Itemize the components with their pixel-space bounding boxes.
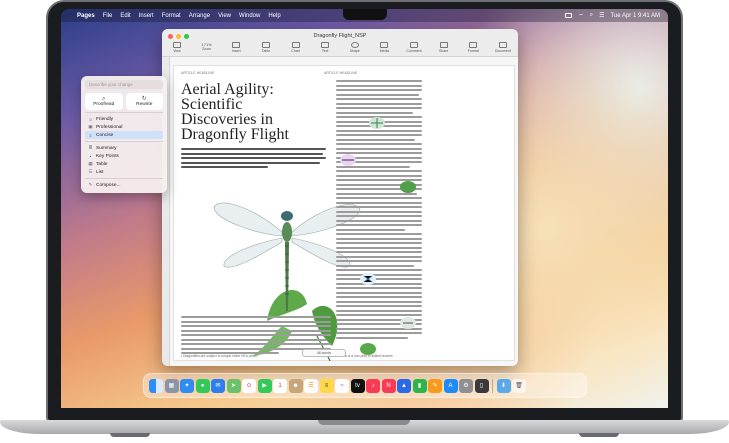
inline-image-5[interactable] [400,316,416,330]
writing-tools-popover: Describe your change ⌕ Proofread ↻ Rewri… [81,76,167,193]
messages-icon[interactable]: ● [195,378,210,393]
menu-help[interactable]: Help [268,13,280,19]
briefcase-icon: ▣ [88,124,93,129]
menu-view[interactable]: View [218,13,231,19]
document-title: Dragonfly Flight_NSP [313,33,367,39]
freeform-icon[interactable]: ~ [335,378,349,393]
calendar-icon[interactable]: 1 [273,378,287,393]
system-settings-icon[interactable]: ⚙ [459,378,473,393]
comment-button[interactable]: Comment [405,42,423,53]
downloads-icon[interactable]: ⬇ [496,378,511,393]
table-icon: ▦ [88,161,93,166]
tone-professional[interactable]: ▣ Professional [85,123,163,131]
rewrite-button[interactable]: ↻ Rewrite [125,93,163,110]
camera-notch [343,9,387,20]
mail-icon[interactable]: ✉ [211,378,225,393]
shape-button[interactable]: Shape [346,42,364,53]
format-table[interactable]: ▦ Table [85,160,163,168]
keynote-icon[interactable]: ▲ [397,378,411,393]
page-header-left: ARTICLE HEADLINE [181,71,215,75]
insert-button[interactable]: Insert [227,42,245,53]
dock-divider [492,378,493,393]
trash-icon[interactable]: 🗑 [512,378,526,393]
finder-icon[interactable] [149,378,163,393]
document-page[interactable]: ARTICLE HEADLINE ARTICLE HEADLINE Aerial… [173,65,515,361]
pages-window: Dragonfly Flight_NSP View 171% Zoom Inser… [162,29,518,366]
format-list[interactable]: ☰ List [85,168,163,176]
control-center-icon[interactable]: ☰ [599,12,604,19]
battery-icon[interactable] [565,13,573,18]
format-summary[interactable]: ≣ Summary [85,144,163,152]
proofread-button[interactable]: ⌕ Proofread [85,93,123,110]
dock: ▦ ✦ ● ✉ ➤ ✿ ▶ 1 ☻ ☰ ≡ ~ tv ♪ N ▲ ▮ ✎ A ⚙… [143,373,587,398]
view-button[interactable]: View [168,42,186,53]
iphone-mirroring-icon[interactable]: ▯ [474,378,489,393]
list-icon: ☰ [88,169,93,174]
photos-icon[interactable]: ✿ [242,378,256,393]
chart-button[interactable]: Chart [287,42,305,53]
menu-format[interactable]: Format [162,13,181,19]
key-points-icon: • [89,153,92,159]
tone-friendly[interactable]: ☺ Friendly [85,115,163,123]
zoom-menu[interactable]: 171% Zoom [198,42,216,53]
app-menu[interactable]: Pages [77,13,95,19]
launchpad-icon[interactable]: ▦ [164,378,179,393]
app-store-icon[interactable]: A [443,378,458,393]
inline-image-2[interactable] [340,153,356,167]
concise-icon: ≡ [89,132,92,138]
maps-icon[interactable]: ➤ [226,378,241,393]
footnote-left: • Dragonflies are subject to unique shee… [181,354,258,358]
inline-image-3[interactable] [400,180,416,194]
compose-icon: ✎ [88,182,93,187]
share-button[interactable]: Share [435,42,453,53]
article-deck[interactable] [181,148,326,171]
reminders-icon[interactable]: ☰ [304,378,318,393]
format-button[interactable]: Format [464,42,482,53]
music-icon[interactable]: ♪ [366,378,380,393]
pages-icon[interactable]: ✎ [428,378,442,393]
page-header-right: ARTICLE HEADLINE [324,71,358,75]
inline-image-4[interactable] [360,272,376,286]
menu-edit[interactable]: Edit [120,13,130,19]
text-button[interactable]: Text [316,42,334,53]
smiley-icon: ☺ [88,116,93,122]
contacts-icon[interactable]: ☻ [288,378,303,393]
news-icon[interactable]: N [381,378,396,393]
macbook: Pages File Edit Insert Format Arrange Vi… [0,0,729,443]
compose-button[interactable]: ✎ Compose... [85,181,163,189]
menu-arrange[interactable]: Arrange [189,13,210,19]
facetime-icon[interactable]: ▶ [257,378,272,393]
media-button[interactable]: Media [375,42,393,53]
spotlight-icon[interactable]: ⌕ [590,12,593,19]
wifi-icon[interactable]: ⌔ [578,12,584,20]
document-button[interactable]: Document [494,42,512,53]
summary-icon: ≣ [88,145,93,150]
tv-icon[interactable]: tv [350,378,365,393]
screen: Pages File Edit Insert Format Arrange Vi… [61,9,668,408]
tone-concise[interactable]: ≡ Concise [85,131,163,139]
menu-file[interactable]: File [103,13,113,19]
notes-icon[interactable]: ≡ [319,378,334,393]
inline-image-1[interactable] [369,116,385,130]
menu-insert[interactable]: Insert [139,13,154,19]
describe-change-input[interactable]: Describe your change [85,80,163,89]
menu-window[interactable]: Window [239,13,260,19]
safari-icon[interactable]: ✦ [180,378,194,393]
laptop-base [0,420,729,443]
format-key-points[interactable]: • Key Points [85,152,163,160]
clock[interactable]: Tue Apr 1 9:41 AM [611,13,660,19]
word-count-indicator[interactable]: 46 words [302,349,346,357]
table-button[interactable]: Table [257,42,275,53]
window-toolbar: Dragonfly Flight_NSP View 171% Zoom Inser… [162,29,518,57]
article-headline[interactable]: Aerial Agility: Scientific Discoveries i… [181,82,301,143]
numbers-icon[interactable]: ▮ [412,378,427,393]
